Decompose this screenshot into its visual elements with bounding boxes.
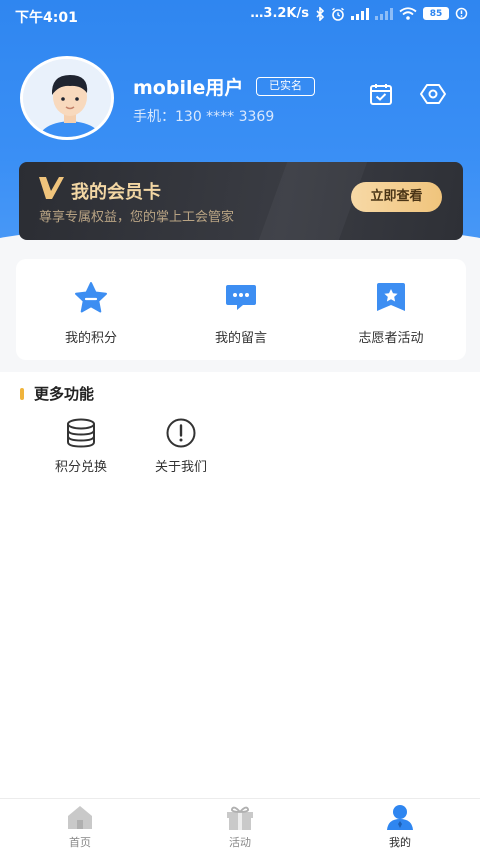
signal-2-icon	[375, 7, 393, 20]
avatar[interactable]	[20, 56, 114, 140]
vip-v-icon	[39, 177, 64, 199]
database-icon	[67, 418, 95, 448]
more-features-title: 更多功能	[34, 385, 95, 403]
home-icon	[68, 806, 92, 829]
network-speed: …3.2K/s	[250, 6, 309, 21]
bottom-tab-bar: 首页 活动 我的	[0, 798, 480, 853]
points-exchange-label: 积分兑换	[54, 460, 107, 475]
member-card[interactable]: 我的会员卡 尊享专属权益，您的掌上工会管家 立即查看	[19, 162, 463, 240]
tab-home-label: 首页	[69, 836, 91, 849]
verified-badge: 已实名	[256, 77, 315, 96]
info-circle-icon	[166, 418, 196, 448]
points-exchange-item[interactable]: 积分兑换	[36, 418, 126, 475]
tab-activities-label: 活动	[229, 836, 251, 849]
quick-action-label: 我的积分	[64, 331, 117, 346]
tab-mine[interactable]: 我的	[320, 799, 480, 853]
quick-actions: 我的积分 我的留言 志愿者活动	[16, 259, 466, 360]
about-us-label: 关于我们	[154, 460, 207, 475]
about-us-item[interactable]: 关于我们	[136, 418, 226, 475]
calendar-check-icon[interactable]	[368, 81, 394, 107]
member-card-title: 我的会员卡	[71, 182, 161, 203]
quick-action-label: 我的留言	[214, 331, 267, 346]
bookmark-star-icon	[377, 283, 405, 311]
wifi-icon	[399, 7, 417, 20]
username: mobile用户	[133, 77, 244, 99]
bluetooth-icon	[316, 6, 325, 21]
status-indicators: …3.2K/s 85	[250, 6, 468, 21]
signal-icon	[351, 7, 369, 20]
star-icon	[75, 282, 107, 313]
view-now-button[interactable]: 立即查看	[351, 182, 442, 212]
phone-number: 手机：130 **** 3369	[133, 109, 275, 125]
sync-icon	[455, 7, 468, 20]
member-card-subtitle: 尊享专属权益，您的掌上工会管家	[39, 210, 235, 225]
quick-action-points[interactable]: 我的积分	[16, 259, 166, 360]
status-bar: 下午4:01 …3.2K/s 85	[0, 0, 480, 30]
tab-activities[interactable]: 活动	[160, 799, 320, 853]
status-time: 下午4:01	[15, 10, 78, 26]
quick-action-label: 志愿者活动	[358, 331, 424, 346]
quick-action-messages[interactable]: 我的留言	[166, 259, 316, 360]
tab-mine-label: 我的	[389, 836, 411, 849]
alarm-icon	[332, 7, 344, 21]
tab-home[interactable]: 首页	[0, 799, 160, 853]
more-features-heading: 更多功能	[20, 383, 94, 404]
quick-action-volunteer[interactable]: 志愿者活动	[316, 259, 466, 360]
settings-icon[interactable]	[420, 81, 446, 107]
user-icon	[387, 805, 413, 830]
message-icon	[226, 285, 256, 310]
battery-icon: 85	[423, 7, 449, 20]
gift-icon	[227, 806, 253, 830]
accent-bar	[20, 388, 24, 400]
